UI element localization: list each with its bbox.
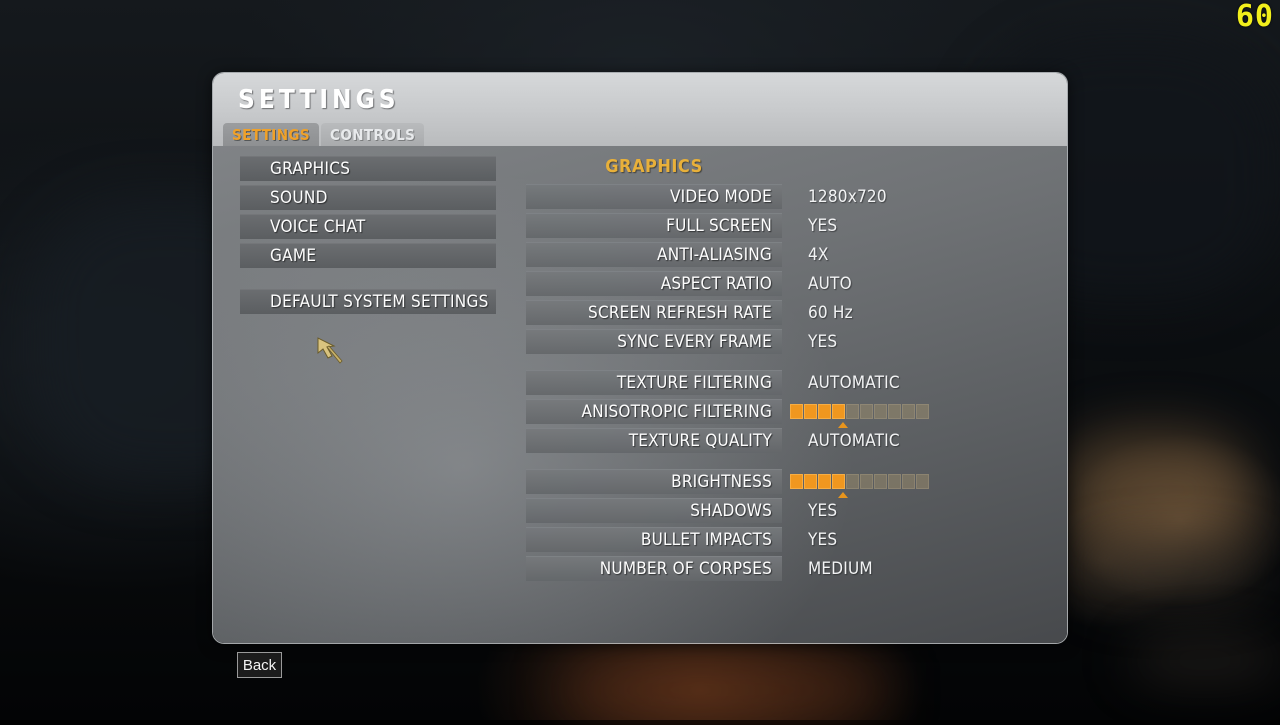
setting-slider-brightness[interactable] xyxy=(788,472,931,491)
setting-row-number-of-corpses[interactable]: NUMBER OF CORPSES MEDIUM xyxy=(526,556,1026,581)
slider-handle-caret-icon[interactable] xyxy=(838,422,848,428)
setting-row-aspect-ratio[interactable]: ASPECT RATIO AUTO xyxy=(526,271,1026,296)
setting-label: NUMBER OF CORPSES xyxy=(526,556,782,581)
settings-groups: VIDEO MODE 1280x720 FULL SCREEN YES ANTI-ALI… xyxy=(526,184,1026,581)
slider-segment[interactable] xyxy=(804,474,817,489)
setting-row-sync-every-frame[interactable]: SYNC EVERY FRAME YES xyxy=(526,329,1026,354)
setting-row-shadows[interactable]: SHADOWS YES xyxy=(526,498,1026,523)
background-floor-blur xyxy=(1130,640,1280,680)
fps-counter: 60 xyxy=(1236,2,1274,32)
settings-group: BRIGHTNESS SHADOWS YES BULLET IMPACTS YES NUM… xyxy=(526,469,1026,581)
setting-value[interactable]: YES xyxy=(808,216,837,236)
setting-value[interactable]: MEDIUM xyxy=(808,559,873,579)
slider-segment[interactable] xyxy=(916,474,929,489)
slider-segment[interactable] xyxy=(860,474,873,489)
setting-value[interactable]: 1280x720 xyxy=(808,187,887,207)
setting-row-anisotropic-filtering[interactable]: ANISOTROPIC FILTERING xyxy=(526,399,1026,424)
dialog-titlebar: SETTINGS SETTINGSCONTROLS xyxy=(213,73,1067,146)
setting-label: TEXTURE FILTERING xyxy=(526,370,782,395)
setting-label: BULLET IMPACTS xyxy=(526,527,782,552)
setting-value[interactable]: AUTO xyxy=(808,274,852,294)
page-title: SETTINGS xyxy=(238,85,400,115)
sidebar-item-game[interactable]: GAME xyxy=(240,243,496,268)
back-button[interactable]: Back xyxy=(237,652,282,678)
default-system-settings-button[interactable]: DEFAULT SYSTEM SETTINGS xyxy=(240,289,496,314)
slider-segment[interactable] xyxy=(888,474,901,489)
setting-row-video-mode[interactable]: VIDEO MODE 1280x720 xyxy=(526,184,1026,209)
slider-segment[interactable] xyxy=(818,474,831,489)
slider-segment[interactable] xyxy=(832,404,845,419)
slider-segment[interactable] xyxy=(846,404,859,419)
setting-label: SHADOWS xyxy=(526,498,782,523)
setting-label: BRIGHTNESS xyxy=(526,469,782,494)
setting-row-bullet-impacts[interactable]: BULLET IMPACTS YES xyxy=(526,527,1026,552)
slider-segment[interactable] xyxy=(790,474,803,489)
setting-value[interactable]: YES xyxy=(808,501,837,521)
slider-handle-caret-icon[interactable] xyxy=(838,492,848,498)
tab-controls[interactable]: CONTROLS xyxy=(321,123,424,146)
background-shadow-blur xyxy=(1085,545,1260,600)
category-sidebar: GRAPHICS SOUND VOICE CHAT GAME xyxy=(240,156,496,272)
setting-value[interactable]: 60 Hz xyxy=(808,303,853,323)
background-warm-glow xyxy=(560,655,890,725)
setting-value[interactable]: AUTOMATIC xyxy=(808,373,900,393)
sidebar-item-graphics[interactable]: GRAPHICS xyxy=(240,156,496,181)
setting-label: VIDEO MODE xyxy=(526,184,782,209)
slider-segment[interactable] xyxy=(832,474,845,489)
slider-segment[interactable] xyxy=(888,404,901,419)
slider-segment[interactable] xyxy=(916,404,929,419)
setting-row-texture-filtering[interactable]: TEXTURE FILTERING AUTOMATIC xyxy=(526,370,1026,395)
dialog-body: GRAPHICS SOUND VOICE CHAT GAME DEFAULT SYST… xyxy=(213,146,1067,644)
setting-slider-anisotropic-filtering[interactable] xyxy=(788,402,931,421)
setting-label: TEXTURE QUALITY xyxy=(526,428,782,453)
setting-label: SYNC EVERY FRAME xyxy=(526,329,782,354)
setting-label: ASPECT RATIO xyxy=(526,271,782,296)
sidebar-item-voice-chat[interactable]: VOICE CHAT xyxy=(240,214,496,239)
slider-segment[interactable] xyxy=(902,474,915,489)
setting-row-full-screen[interactable]: FULL SCREEN YES xyxy=(526,213,1026,238)
tab-settings[interactable]: SETTINGS xyxy=(223,123,319,146)
settings-group: TEXTURE FILTERING AUTOMATIC ANISOTROPIC FI… xyxy=(526,370,1026,453)
setting-value[interactable]: YES xyxy=(808,530,837,550)
setting-row-brightness[interactable]: BRIGHTNESS xyxy=(526,469,1026,494)
setting-label: FULL SCREEN xyxy=(526,213,782,238)
sidebar-item-sound[interactable]: SOUND xyxy=(240,185,496,210)
settings-column: GRAPHICS VIDEO MODE 1280x720 FULL SCREEN YE… xyxy=(526,156,1026,597)
background-crate-blur xyxy=(1060,430,1250,550)
arrow-cursor-icon xyxy=(316,336,344,371)
setting-value[interactable]: YES xyxy=(808,332,837,352)
setting-row-texture-quality[interactable]: TEXTURE QUALITY AUTOMATIC xyxy=(526,428,1026,453)
slider-segment[interactable] xyxy=(804,404,817,419)
setting-label: SCREEN REFRESH RATE xyxy=(526,300,782,325)
slider-segment[interactable] xyxy=(874,404,887,419)
slider-segment[interactable] xyxy=(860,404,873,419)
slider-segment[interactable] xyxy=(818,404,831,419)
setting-label: ANISOTROPIC FILTERING xyxy=(526,399,782,424)
setting-value[interactable]: AUTOMATIC xyxy=(808,431,900,451)
slider-segment[interactable] xyxy=(790,404,803,419)
setting-row-anti-aliasing[interactable]: ANTI-ALIASING 4X xyxy=(526,242,1026,267)
slider-segment[interactable] xyxy=(874,474,887,489)
settings-group: VIDEO MODE 1280x720 FULL SCREEN YES ANTI-ALI… xyxy=(526,184,1026,354)
slider-segment[interactable] xyxy=(902,404,915,419)
setting-row-screen-refresh-rate[interactable]: SCREEN REFRESH RATE 60 Hz xyxy=(526,300,1026,325)
setting-value[interactable]: 4X xyxy=(808,245,829,265)
setting-label: ANTI-ALIASING xyxy=(526,242,782,267)
tab-bar: SETTINGSCONTROLS xyxy=(223,123,424,146)
slider-segment[interactable] xyxy=(846,474,859,489)
section-title: GRAPHICS xyxy=(526,156,782,177)
